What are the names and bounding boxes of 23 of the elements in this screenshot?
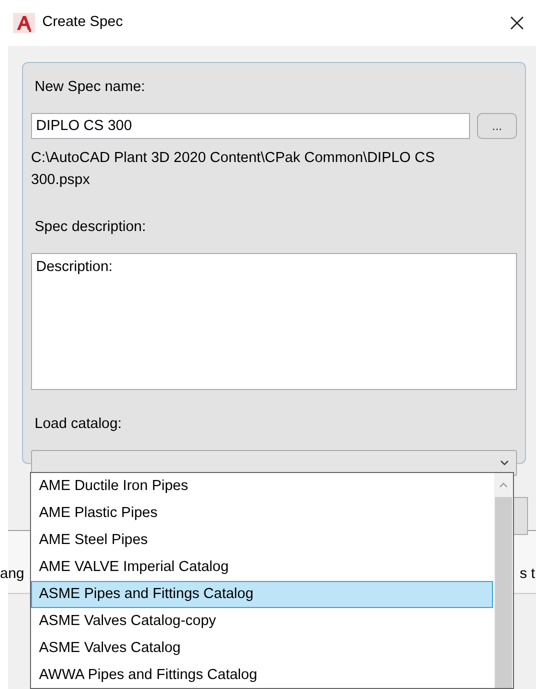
list-item[interactable]: AME Ductile Iron Pipes bbox=[31, 473, 493, 500]
list-item[interactable]: AME VALVE Imperial Catalog bbox=[31, 554, 493, 581]
list-item[interactable]: AWWA Pipes and Fittings Catalog bbox=[31, 662, 493, 688]
close-icon[interactable] bbox=[510, 16, 524, 30]
chevron-down-icon bbox=[500, 460, 509, 466]
description-field[interactable]: Description: bbox=[31, 252, 517, 390]
field-label: Spec description: bbox=[34, 218, 147, 236]
scrollbar-thumb[interactable] bbox=[495, 497, 512, 688]
background-text: s t bbox=[520, 565, 535, 584]
list-item[interactable]: ASME Valves Catalog-copy bbox=[31, 608, 493, 635]
window-title: Create Spec bbox=[42, 13, 124, 32]
list-item[interactable]: ASME Pipes and Fittings Catalog bbox=[31, 581, 493, 608]
list-item[interactable]: AME Plastic Pipes bbox=[31, 500, 493, 527]
field-label: New Spec name: bbox=[34, 78, 146, 97]
name-field[interactable]: DIPLO CS 300 bbox=[31, 113, 470, 140]
list-item[interactable]: AME Steel Pipes bbox=[31, 527, 493, 554]
list-item[interactable]: ASME Valves Catalog bbox=[31, 635, 493, 662]
scrollbar[interactable] bbox=[494, 473, 513, 688]
app-logo-icon bbox=[13, 13, 35, 33]
file-path: C:\AutoCAD Plant 3D 2020 Content\CPak Common\DIPLO CS 300.pspx bbox=[31, 148, 436, 190]
browse-button[interactable]: ... bbox=[477, 113, 517, 140]
background-text: ang bbox=[0, 565, 24, 584]
field-label: Load catalog: bbox=[34, 414, 123, 434]
